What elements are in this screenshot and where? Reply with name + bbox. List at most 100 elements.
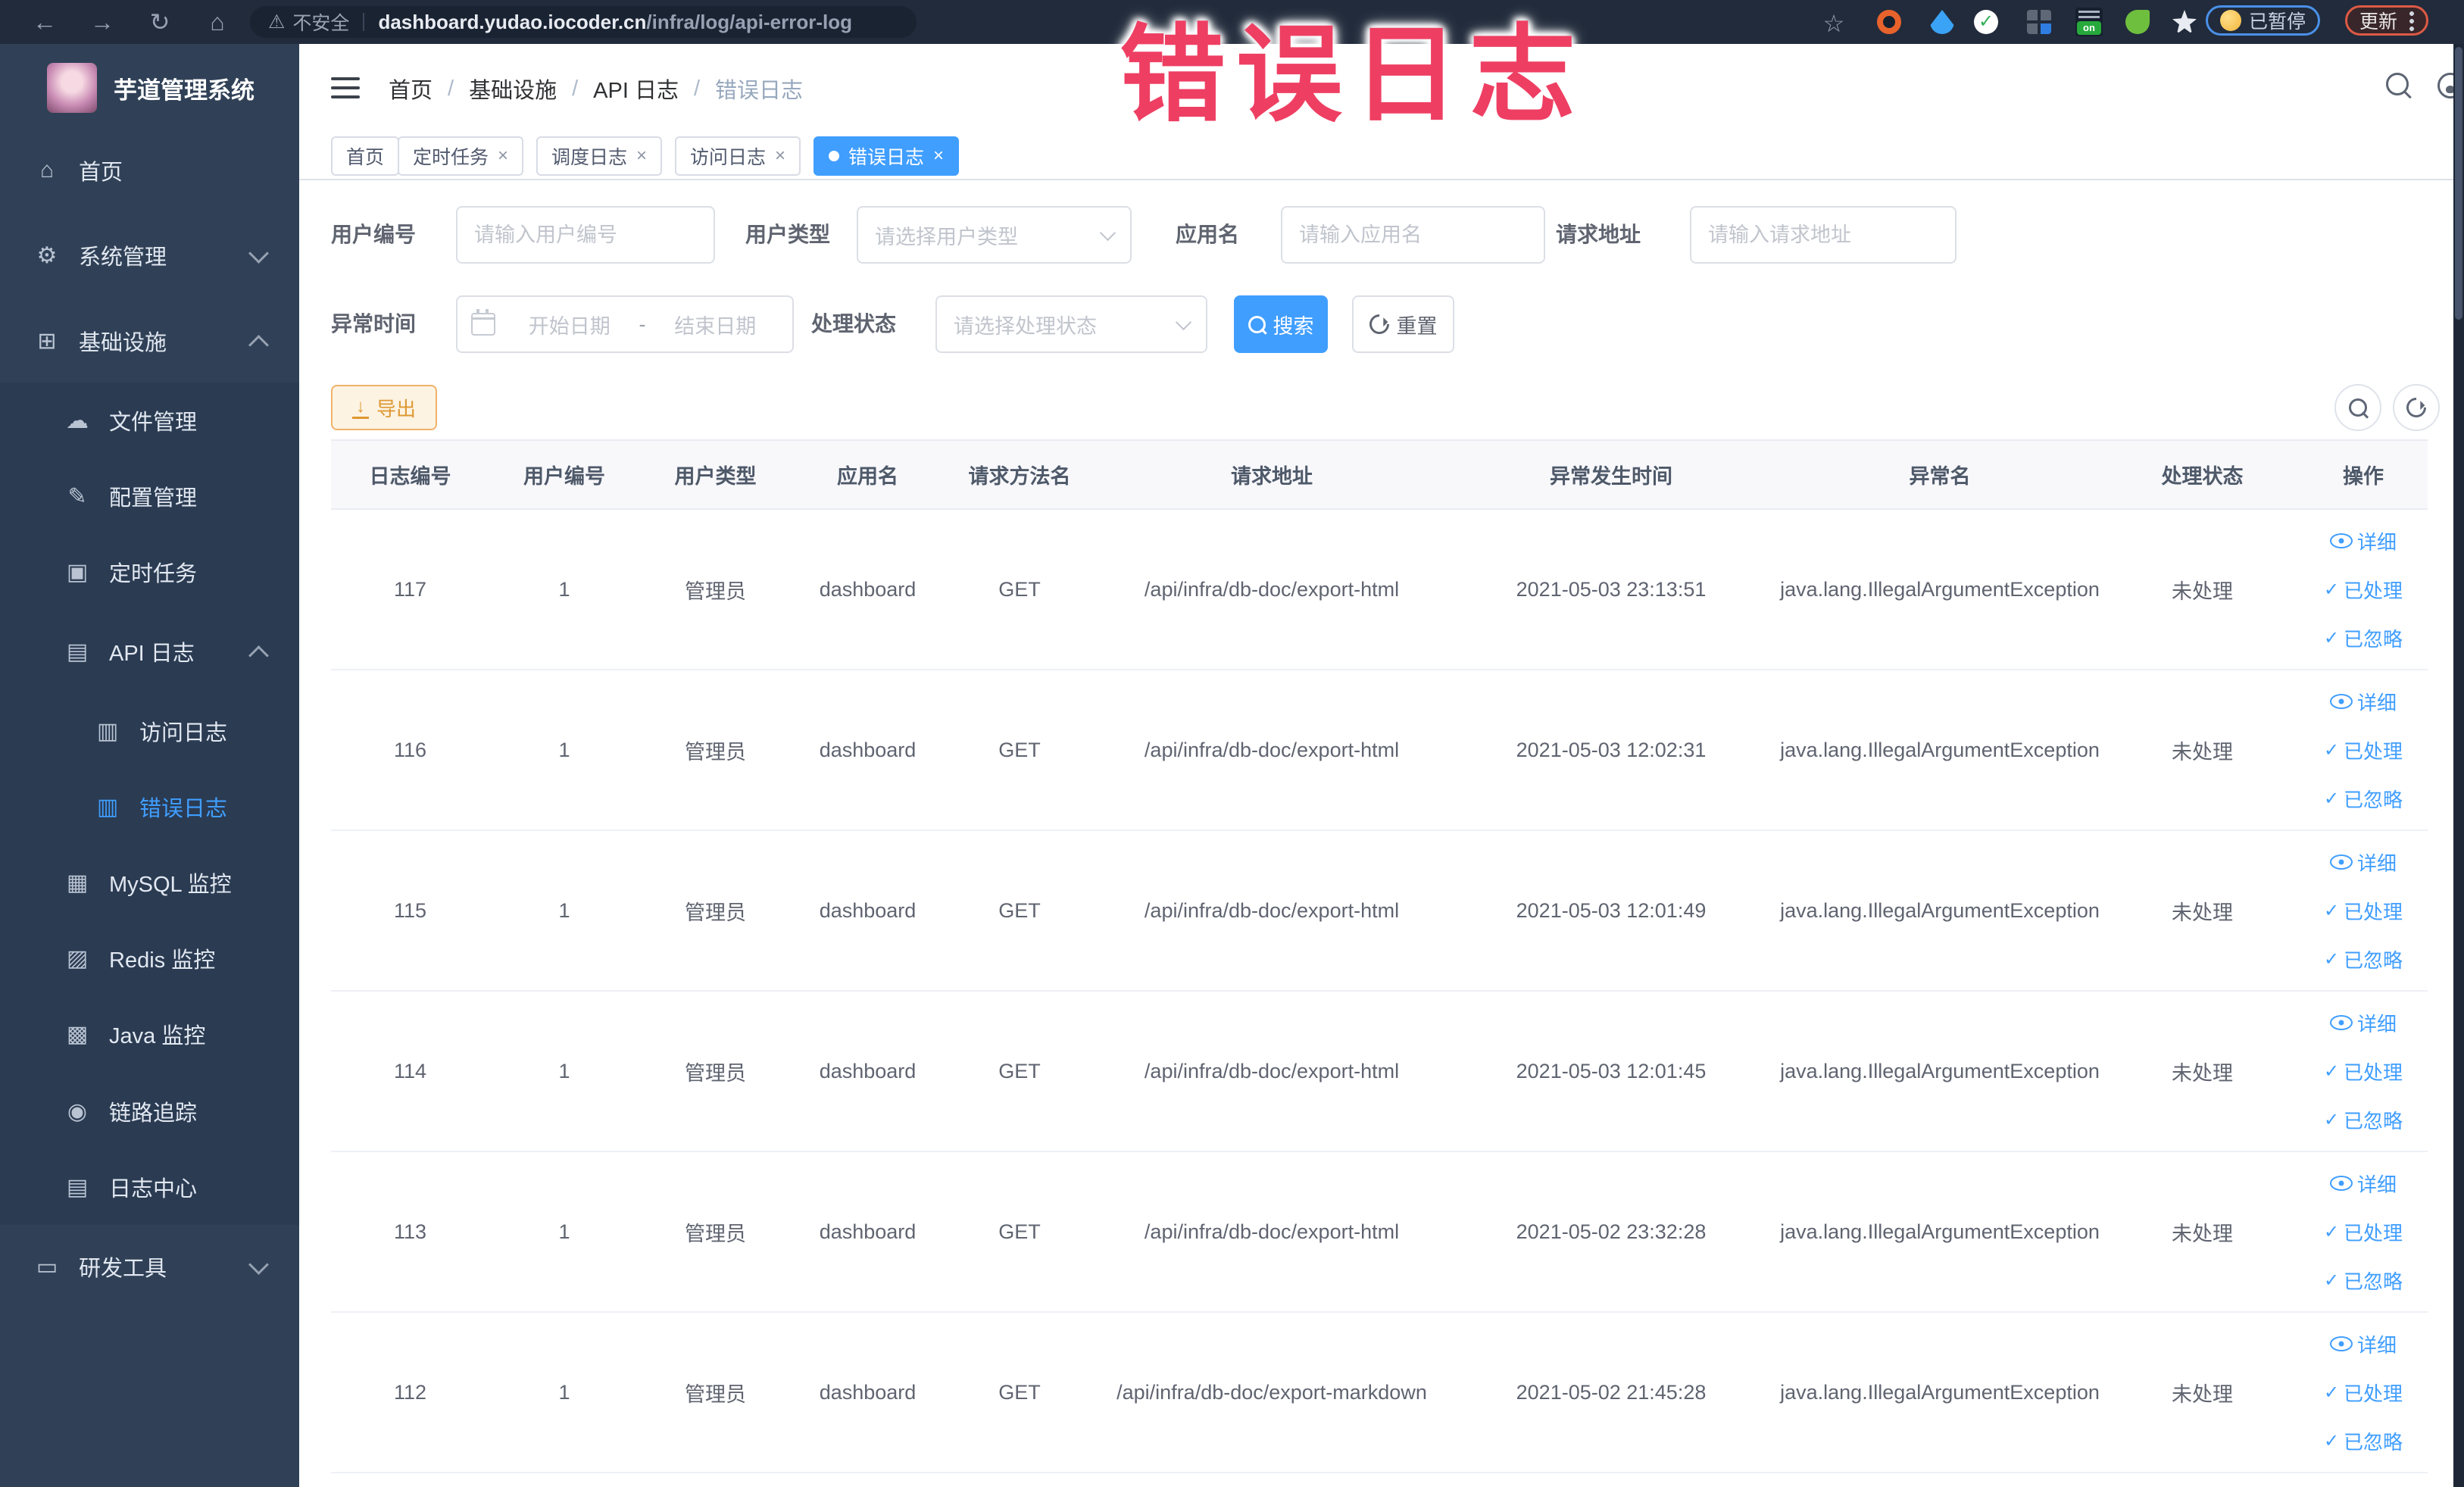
detail-link[interactable]: 详细 (2329, 1320, 2397, 1368)
tab-home[interactable]: 首页 (331, 136, 400, 176)
kebab-menu-icon (2409, 10, 2415, 31)
check-icon (2324, 579, 2339, 601)
sidebar-item-access-log[interactable]: 访问日志 (0, 693, 299, 769)
breadcrumb-home[interactable]: 首页 (389, 73, 433, 105)
collapse-menu-icon[interactable] (331, 77, 360, 100)
home-icon[interactable] (200, 5, 235, 39)
extension-check-icon[interactable] (1974, 10, 1998, 34)
detail-link[interactable]: 详细 (2329, 838, 2397, 886)
check-icon (2324, 1270, 2339, 1292)
processed-link[interactable]: 已处理 (2324, 726, 2403, 774)
browser-update-button[interactable]: 更新 (2345, 5, 2429, 36)
close-icon[interactable]: × (933, 145, 944, 167)
detail-link[interactable]: 详细 (2329, 998, 2397, 1047)
app-name-input[interactable] (1281, 206, 1545, 264)
ignored-link[interactable]: 已忽略 (2324, 935, 2403, 983)
user-id-input[interactable] (456, 206, 715, 264)
ignored-link[interactable]: 已忽略 (2324, 774, 2403, 823)
start-date-placeholder: 开始日期 (528, 314, 611, 338)
sidebar-item-api-log[interactable]: API 日志 (0, 614, 299, 689)
sidebar-item-home[interactable]: 首页 (0, 133, 299, 208)
sidebar-item-dev-tools[interactable]: 研发工具 (0, 1229, 299, 1304)
sidebar-item-trace[interactable]: 链路追踪 (0, 1073, 299, 1149)
reset-button[interactable]: 重置 (1352, 295, 1454, 353)
extension-grid-icon[interactable] (2027, 10, 2051, 34)
status-badge: 未处理 (2106, 830, 2299, 992)
check-icon (2324, 1061, 2339, 1082)
table-row: 113 1 管理员 dashboard GET /api/infra/db-do… (331, 1151, 2428, 1313)
tab-scheduled-tasks[interactable]: 定时任务 × (398, 136, 524, 176)
search-button[interactable]: 搜索 (1234, 295, 1328, 353)
forward-icon[interactable] (85, 5, 120, 39)
paused-extension-badge[interactable]: 已暂停 (2206, 5, 2321, 36)
extension-switch-icon[interactable]: on (2075, 8, 2103, 36)
tab-access-log[interactable]: 访问日志 × (675, 136, 801, 176)
sidebar-item-infrastructure[interactable]: 基础设施 (0, 303, 299, 379)
check-icon (2324, 1382, 2339, 1404)
export-button[interactable]: 导出 (331, 385, 437, 430)
reload-icon[interactable] (142, 5, 177, 39)
extensions-puzzle-icon[interactable] (2172, 10, 2197, 34)
sidebar-item-java-monitor[interactable]: Java 监控 (0, 996, 299, 1072)
processed-link[interactable]: 已处理 (2324, 886, 2403, 935)
scrollbar-thumb[interactable] (2455, 47, 2462, 320)
toggle-search-button[interactable] (2334, 384, 2381, 431)
sidebar-item-system-management[interactable]: 系统管理 (0, 217, 299, 293)
detail-link[interactable]: 详细 (2329, 677, 2397, 726)
refresh-table-button[interactable] (2393, 384, 2440, 431)
chevron-up-icon (248, 335, 269, 355)
check-icon (2324, 900, 2339, 922)
address-bar[interactable]: 不安全 dashboard.yudao.iocoder.cn/infra/log… (250, 6, 917, 38)
tab-schedule-log[interactable]: 调度日志 × (536, 136, 663, 176)
tab-error-log[interactable]: 错误日志 × (814, 136, 960, 176)
extension-shield-icon[interactable] (1930, 10, 1954, 34)
check-icon (2324, 739, 2339, 761)
detail-link[interactable]: 详细 (2329, 517, 2397, 565)
ignored-link[interactable]: 已忽略 (2324, 1256, 2403, 1304)
user-type-select[interactable]: 请选择用户类型 (857, 206, 1132, 264)
bookmark-star-icon[interactable] (1816, 6, 1851, 41)
request-url-label: 请求地址 (1556, 223, 1641, 246)
date-separator: - (639, 312, 646, 336)
close-icon[interactable]: × (498, 145, 508, 167)
home-icon (33, 158, 61, 183)
ignored-link[interactable]: 已忽略 (2324, 1417, 2403, 1465)
sidebar-item-file-management[interactable]: 文件管理 (0, 383, 299, 458)
extension-ring-icon[interactable] (1877, 10, 1901, 34)
toolbox-icon (33, 1254, 61, 1280)
processed-link[interactable]: 已处理 (2324, 1207, 2403, 1256)
ignored-link[interactable]: 已忽略 (2324, 1095, 2403, 1144)
log-icon (64, 639, 91, 665)
processed-link[interactable]: 已处理 (2324, 1047, 2403, 1095)
app-logo[interactable]: 芋道管理系统 (0, 44, 299, 132)
breadcrumb-error-log: 错误日志 (715, 79, 804, 103)
sidebar-item-mysql-monitor[interactable]: MySQL 监控 (0, 845, 299, 920)
request-url-input[interactable] (1690, 206, 1957, 264)
col-time: 异常发生时间 (1448, 439, 1774, 510)
edit-icon (64, 483, 91, 510)
search-icon[interactable] (2381, 73, 2414, 106)
exception-time-range-picker[interactable]: 开始日期 - 结束日期 (456, 295, 794, 353)
sidebar-item-config-management[interactable]: 配置管理 (0, 458, 299, 534)
breadcrumb-infrastructure[interactable]: 基础设施 (469, 73, 557, 105)
ignored-link[interactable]: 已忽略 (2324, 614, 2403, 662)
eye-icon (2329, 854, 2353, 870)
processed-link[interactable]: 已处理 (2324, 565, 2403, 614)
sidebar-item-scheduled-tasks[interactable]: 定时任务 (0, 534, 299, 610)
process-status-select[interactable]: 请选择处理状态 (935, 295, 1207, 353)
close-icon[interactable]: × (636, 145, 647, 167)
close-icon[interactable]: × (775, 145, 785, 167)
extension-on-badge: on (2077, 21, 2101, 35)
back-icon[interactable] (27, 5, 62, 39)
doc-edit-icon (94, 718, 121, 745)
sidebar-item-redis-monitor[interactable]: Redis 监控 (0, 920, 299, 996)
extension-leaf-icon[interactable] (2125, 10, 2150, 34)
detail-link[interactable]: 详细 (2329, 1159, 2397, 1207)
breadcrumb-api-log[interactable]: API 日志 (593, 73, 679, 105)
paused-label: 已暂停 (2249, 11, 2306, 33)
sidebar-item-log-center[interactable]: 日志中心 (0, 1149, 299, 1225)
breadcrumb: 首页 / 基础设施 / API 日志 / 错误日志 (389, 44, 803, 133)
download-icon (351, 397, 369, 419)
sidebar-item-error-log[interactable]: 错误日志 (0, 769, 299, 845)
processed-link[interactable]: 已处理 (2324, 1368, 2403, 1417)
